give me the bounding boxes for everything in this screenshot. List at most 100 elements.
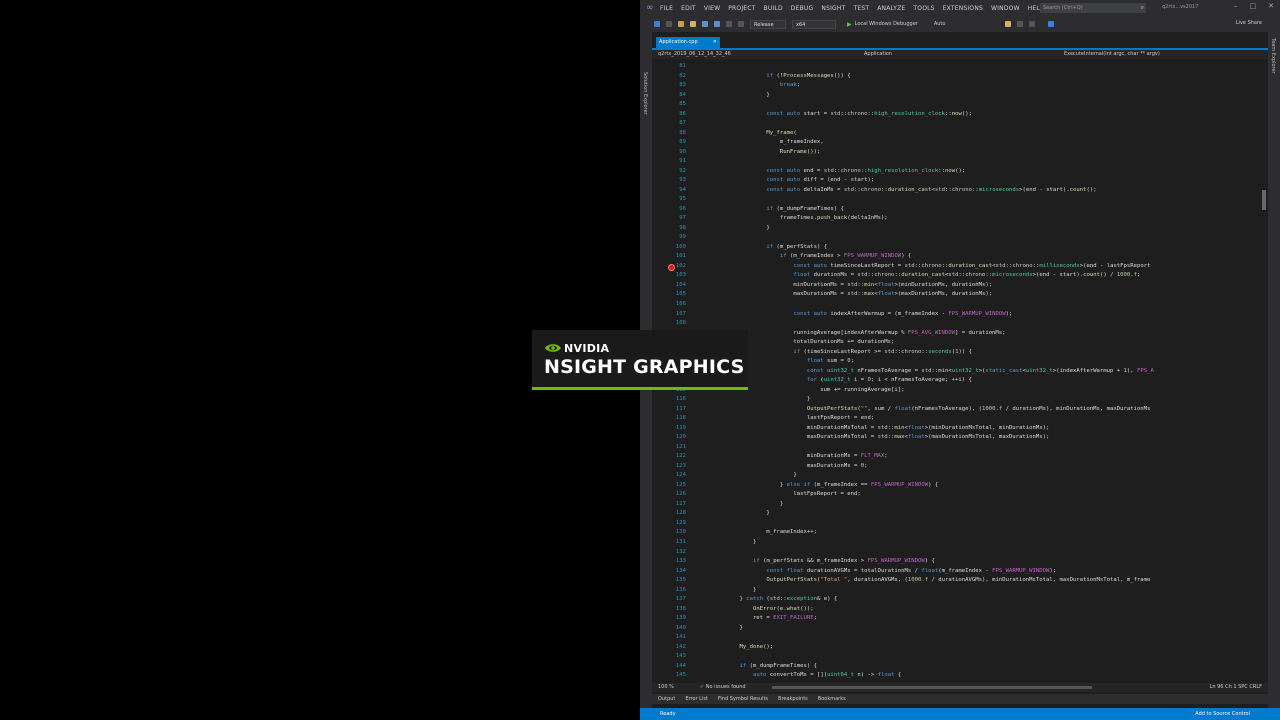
tab-error-list[interactable]: Error List (685, 696, 708, 702)
search-input[interactable]: Search (Ctrl+Q) ⌕ (1040, 3, 1146, 13)
code-line[interactable]: 107 const auto indexAfterWarmup = (m_fra… (652, 310, 1260, 320)
code-line[interactable]: 93 const auto diff = (end - start); (652, 176, 1260, 186)
code-line[interactable]: 84 } (652, 91, 1260, 101)
open-file-icon[interactable] (690, 21, 696, 27)
forward-icon[interactable] (666, 21, 672, 27)
tab-bookmarks[interactable]: Bookmarks (818, 696, 846, 702)
menu-item-view[interactable]: VIEW (704, 5, 720, 12)
debugger-button[interactable]: Local Windows Debugger (855, 21, 918, 27)
code-line[interactable]: 95 (652, 195, 1260, 205)
maximize-icon[interactable]: □ (1250, 2, 1257, 10)
back-icon[interactable] (654, 21, 660, 27)
code-line[interactable]: 101 if (m_frameIndex > FPS_WARMUP_WINDOW… (652, 252, 1260, 262)
platform-dropdown[interactable]: x64 (792, 19, 836, 29)
tab-find-symbol-results[interactable]: Find Symbol Results (718, 696, 768, 702)
code-line[interactable]: 86 const auto start = std::chrono::high_… (652, 110, 1260, 120)
menu-item-project[interactable]: PROJECT (728, 5, 755, 12)
configuration-dropdown[interactable]: Release (750, 19, 786, 29)
code-line[interactable]: 91 (652, 157, 1260, 167)
code-line[interactable]: 83 break; (652, 81, 1260, 91)
code-line[interactable]: 144 if (m_dumpFrameTimes) { (652, 662, 1260, 672)
code-line[interactable]: 82 if (!ProcessMessages()) { (652, 72, 1260, 82)
code-line[interactable]: 140 } (652, 624, 1260, 634)
zoom-level[interactable]: 100 % (658, 683, 674, 692)
menu-item-test[interactable]: TEST (853, 5, 869, 12)
code-line[interactable]: 143 (652, 652, 1260, 662)
code-line[interactable]: 92 const auto end = std::chrono::high_re… (652, 167, 1260, 177)
code-line[interactable]: 106 (652, 300, 1260, 310)
code-line[interactable]: 138 OnError(e.what()); (652, 605, 1260, 615)
redo-icon[interactable] (738, 21, 744, 27)
help-icon[interactable] (1048, 21, 1055, 27)
code-line[interactable]: 127 } (652, 500, 1260, 510)
tab-application-cpp[interactable]: Application.cpp ✕ (656, 37, 720, 48)
code-line[interactable]: 141 (652, 633, 1260, 643)
menu-item-build[interactable]: BUILD (764, 5, 783, 12)
menu-item-debug[interactable]: DEBUG (791, 5, 814, 12)
code-line[interactable]: 145 auto convertToMs = [](uint64_t n) ->… (652, 671, 1260, 681)
code-line[interactable]: 116 } (652, 395, 1260, 405)
debugger-mode-dropdown[interactable]: Auto (934, 21, 946, 27)
code-line[interactable]: 130 m_frameIndex++; (652, 528, 1260, 538)
code-line[interactable]: 122 minDurationMs = FLT_MAX; (652, 452, 1260, 462)
tab-breakpoints[interactable]: Breakpoints (778, 696, 808, 702)
code-line[interactable]: 105 maxDurationMs = std::max<float>(maxD… (652, 290, 1260, 300)
new-project-icon[interactable] (678, 21, 684, 27)
code-line[interactable]: 134 const float durationAVGMs = totalDur… (652, 567, 1260, 577)
project-dropdown[interactable]: q2rtx_2019_06_12_14_32_46 (658, 50, 731, 59)
member-dropdown[interactable]: ExecuteInternal(int argc, char ** argv) (1064, 50, 1160, 59)
code-line[interactable]: 100 if (m_perfStats) { (652, 243, 1260, 253)
code-line[interactable]: 102 const auto timeSinceLastReport = std… (652, 262, 1260, 272)
code-line[interactable]: 123 maxDurationMs = 0; (652, 462, 1260, 472)
code-line[interactable]: 94 const auto deltaInMs = std::chrono::d… (652, 186, 1260, 196)
close-window-icon[interactable]: ✕ (1268, 2, 1274, 10)
menu-item-analyze[interactable]: ANALYZE (877, 5, 905, 12)
menu-item-nsight[interactable]: NSIGHT (821, 5, 845, 12)
code-line[interactable]: 120 maxDurationMsTotal = std::max<float>… (652, 433, 1260, 443)
code-line[interactable]: 136 } (652, 586, 1260, 596)
code-line[interactable]: 108 (652, 319, 1260, 329)
code-line[interactable]: 139 ret = EXIT_FAILURE; (652, 614, 1260, 624)
save-all-icon[interactable] (714, 21, 720, 27)
code-line[interactable]: 125 } else if (m_frameIndex == FPS_WARMU… (652, 481, 1260, 491)
menu-item-window[interactable]: WINDOW (991, 5, 1020, 12)
code-line[interactable]: 128 } (652, 509, 1260, 519)
live-share-button[interactable]: Live Share (1236, 20, 1262, 26)
code-line[interactable]: 135 OutputPerfStats("Total ", durationAV… (652, 576, 1260, 586)
code-line[interactable]: 88 My_frame( (652, 129, 1260, 139)
code-line[interactable]: 118 lastFpsReport = end; (652, 414, 1260, 424)
code-line[interactable]: 90 RunFrame()); (652, 148, 1260, 158)
team-explorer-tab[interactable]: Team Explorer (1270, 38, 1276, 74)
scope-dropdown[interactable]: Application (864, 50, 892, 59)
code-line[interactable]: 98 } (652, 224, 1260, 234)
menu-item-edit[interactable]: EDIT (681, 5, 696, 12)
scrollbar-thumb[interactable] (1262, 190, 1266, 210)
menu-item-file[interactable]: FILE (660, 5, 673, 12)
undo-icon[interactable] (726, 21, 732, 27)
code-line[interactable]: 99 (652, 233, 1260, 243)
code-line[interactable]: 81 (652, 62, 1260, 72)
code-line[interactable]: 119 minDurationMsTotal = std::min<float>… (652, 424, 1260, 434)
code-line[interactable]: 131 } (652, 538, 1260, 548)
code-line[interactable]: 132 (652, 548, 1260, 558)
toolbar-icon[interactable] (1029, 21, 1036, 27)
solution-explorer-tab[interactable]: Solution Explorer (642, 72, 648, 115)
search-icon[interactable]: ⌕ (1141, 3, 1144, 13)
code-line[interactable]: 121 (652, 443, 1260, 453)
code-line[interactable]: 133 if (m_perfStats && m_frameIndex > FP… (652, 557, 1260, 567)
nsight-frame-debugger-icon[interactable] (1005, 21, 1012, 27)
issues-indicator[interactable]: ✓ No issues found (700, 683, 746, 692)
code-line[interactable]: 103 float durationMs = std::chrono::dura… (652, 271, 1260, 281)
code-line[interactable]: 87 (652, 119, 1260, 129)
close-tab-icon[interactable]: ✕ (713, 37, 717, 48)
code-line[interactable]: 137 } catch (std::exception& e) { (652, 595, 1260, 605)
menu-item-extensions[interactable]: EXTENSIONS (943, 5, 983, 12)
code-line[interactable]: 97 frameTimes.push_back(deltaInMs); (652, 214, 1260, 224)
horizontal-scrollbar[interactable] (772, 686, 1092, 689)
vertical-scrollbar[interactable] (1260, 60, 1268, 683)
code-line[interactable]: 117 OutputPerfStats("", sum / float(nFra… (652, 405, 1260, 415)
save-icon[interactable] (702, 21, 708, 27)
code-line[interactable]: 85 (652, 100, 1260, 110)
code-line[interactable]: 129 (652, 519, 1260, 529)
code-line[interactable]: 104 minDurationMs = std::min<float>(minD… (652, 281, 1260, 291)
